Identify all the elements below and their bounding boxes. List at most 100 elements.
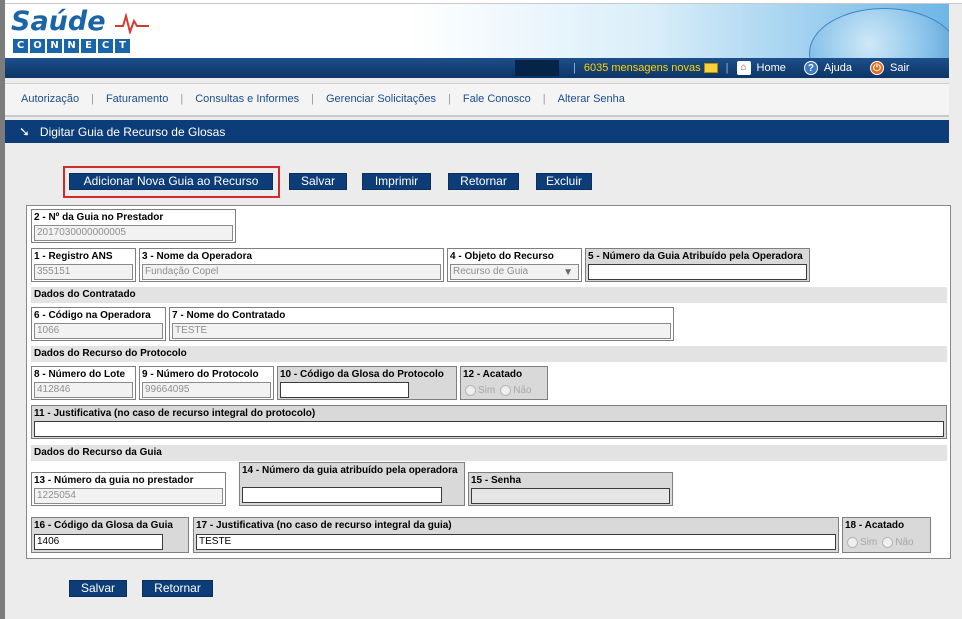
radio-nao-label: Não [895,537,914,548]
section-guia: Dados do Recurso da Guia [31,445,947,461]
menu-item-fale-conosco[interactable]: Fale Conosco [463,93,531,105]
section-protocolo: Dados do Recurso do Protocolo [31,346,947,362]
field-label: 11 - Justificativa (no caso de recurso i… [34,408,316,419]
guia-prestador-input[interactable]: 2017030000000005 [34,225,233,241]
save-button[interactable]: Salvar [289,173,347,190]
logo-connect: C O N N E C T [13,39,130,53]
guia-operadora-recurso-input[interactable] [242,487,442,503]
chevron-down-icon[interactable]: ▼ [563,266,573,280]
radio-sim[interactable] [847,537,858,548]
save-button-bottom[interactable]: Salvar [69,580,127,597]
senha-input[interactable] [471,488,670,504]
field-label: 6 - Código na Operadora [34,310,151,321]
help-icon[interactable]: ? [803,61,818,75]
main-menu: Autorização | Faturamento | Consultas e … [21,93,625,105]
field-label: 14 - Número da guia atribuído pela opera… [242,465,458,476]
separator: | [573,62,576,74]
menu-item-solicitacoes[interactable]: Gerenciar Solicitações [326,93,436,105]
menu-item-consultas[interactable]: Consultas e Informes [195,93,299,105]
separator: | [542,93,546,105]
field-justificativa-guia: 17 - Justificativa (no caso de recurso i… [193,517,839,553]
separator: | [180,93,184,105]
radio-nao[interactable] [882,537,894,548]
menu-item-faturamento[interactable]: Faturamento [106,93,168,105]
field-guia-prestador: 2 - Nº da Guia no Prestador 201703000000… [31,209,236,243]
separator: | [725,62,729,74]
acatado-guia-radios: Sim Não [847,537,919,548]
home-icon[interactable]: ⌂ [736,61,751,75]
home-link[interactable]: Home [757,62,786,74]
field-label: 2 - Nº da Guia no Prestador [34,212,164,223]
field-label: 12 - Acatado [463,369,523,380]
field-guia-operadora: 5 - Número da Guia Atribuído pela Operad… [585,248,810,282]
logo[interactable]: Saúde C O N N E C T [11,6,151,56]
print-button[interactable]: Imprimir [362,173,431,190]
field-numero-lote: 8 - Número do Lote 412846 [31,366,136,400]
logo-letter: N [64,39,79,53]
field-label: 1 - Registro ANS [34,251,113,262]
logo-letter: O [30,39,45,53]
field-label: 18 - Acatado [845,520,905,531]
codigo-operadora-input[interactable]: 1066 [34,323,163,339]
top-bar-block [515,60,559,76]
pulse-icon [115,12,149,34]
field-codigo-operadora: 6 - Código na Operadora 1066 [31,307,166,341]
field-justificativa-protocolo: 11 - Justificativa (no caso de recurso i… [31,405,947,439]
field-label: 4 - Objeto do Recurso [450,251,554,262]
justificativa-protocolo-input[interactable] [34,421,944,437]
field-label: 17 - Justificativa (no caso de recurso i… [196,520,452,531]
field-acatado-guia: 18 - Acatado Sim Não [842,517,931,553]
radio-sim-label: Sim [478,385,496,396]
add-guide-button[interactable]: Adicionar Nova Guia ao Recurso [69,173,273,190]
page: Saúde C O N N E C T | 6035 mensagens nov… [5,4,951,619]
back-button-bottom[interactable]: Retornar [142,580,213,597]
separator: | [448,93,451,105]
back-button[interactable]: Retornar [448,173,519,190]
justificativa-guia-input[interactable]: TESTE [196,534,836,550]
guia-operadora-input[interactable] [588,264,807,280]
field-label: 13 - Número da guia no prestador [34,475,194,486]
field-registro-ans: 1 - Registro ANS 355151 [31,248,136,282]
registro-ans-input[interactable]: 355151 [34,264,133,280]
field-guia-operadora-recurso: 14 - Número da guia atribuído pela opera… [239,462,465,506]
field-label: 3 - Nome da Operadora [142,251,253,262]
logo-letter: T [115,39,130,53]
section-contratado: Dados do Contratado [31,287,947,303]
field-glosa-protocolo: 10 - Código da Glosa do Protocolo [277,366,457,400]
field-label: 16 - Código da Glosa da Guia [34,520,173,531]
menu-item-autorizacao[interactable]: Autorização [21,93,79,105]
guia-prestador-recurso-input[interactable]: 1225054 [34,488,223,504]
separator: | [311,93,314,105]
logo-letter: C [98,39,113,53]
arrow-icon: ➘ [19,123,30,139]
glosa-guia-input[interactable]: 1406 [34,534,163,550]
nome-contratado-input[interactable]: TESTE [172,323,671,339]
envelope-icon[interactable] [703,63,718,73]
appeal-form: 2 - Nº da Guia no Prestador 201703000000… [26,205,951,559]
nome-operadora-input[interactable]: Fundação Copel [142,264,441,280]
objeto-recurso-value: Recurso de Guia [453,266,529,277]
messages-link[interactable]: 6035 mensagens novas [584,62,701,74]
exit-link[interactable]: Sair [890,62,910,74]
objeto-recurso-select[interactable]: Recurso de Guia ▼ [450,264,579,280]
numero-lote-input[interactable]: 412846 [34,382,133,398]
field-objeto-recurso: 4 - Objeto do Recurso Recurso de Guia ▼ [447,248,582,282]
numero-protocolo-input[interactable]: 99664095 [142,382,271,398]
glosa-protocolo-input[interactable] [280,382,409,398]
top-bar: | 6035 mensagens novas | ⌂ Home ? Ajuda … [5,58,949,78]
page-title-bar: ➘ Digitar Guia de Recurso de Glosas [5,120,949,143]
logo-letter: E [81,39,96,53]
radio-nao[interactable] [500,385,512,396]
field-label: 9 - Número do Protocolo [142,369,259,380]
exit-icon[interactable]: ⏻ [870,61,885,75]
radio-sim[interactable] [465,385,476,396]
logo-letter: C [13,39,28,53]
field-label: 15 - Senha [471,475,522,486]
menu-item-alterar-senha[interactable]: Alterar Senha [558,93,625,105]
field-glosa-guia: 16 - Código da Glosa da Guia 1406 [31,517,189,553]
field-senha: 15 - Senha [468,472,673,506]
delete-button[interactable]: Excluir [536,173,592,190]
field-acatado-protocolo: 12 - Acatado Sim Não [460,366,548,400]
field-guia-prestador-recurso: 13 - Número da guia no prestador 1225054 [31,472,226,506]
help-link[interactable]: Ajuda [824,62,852,74]
